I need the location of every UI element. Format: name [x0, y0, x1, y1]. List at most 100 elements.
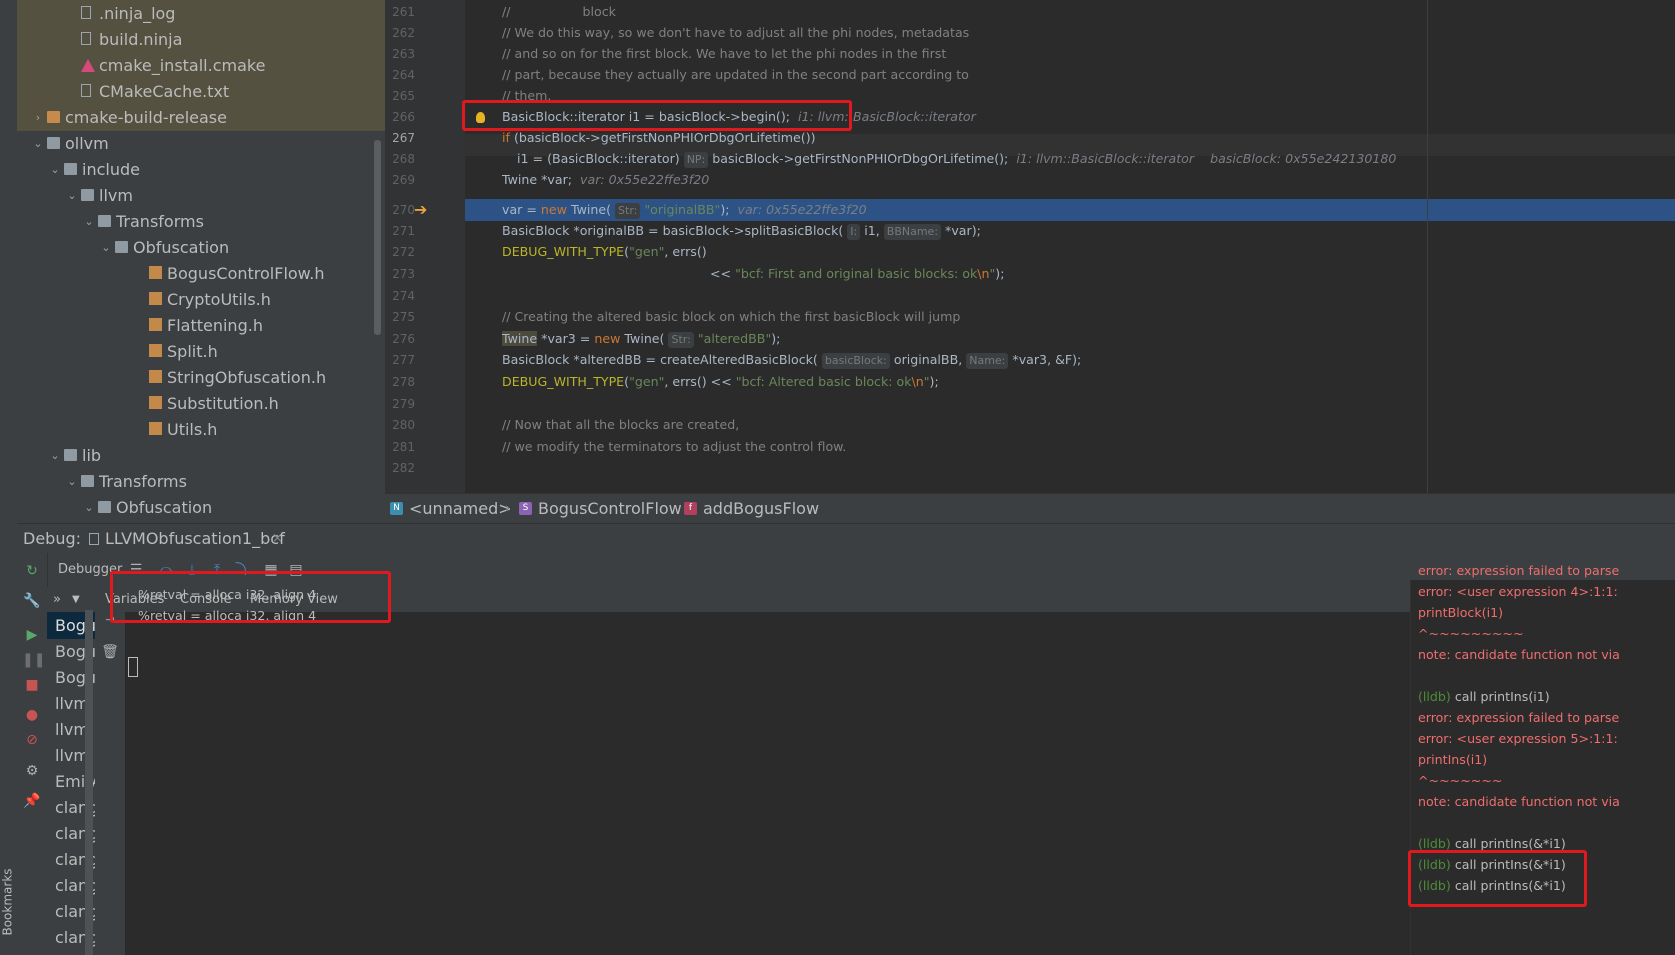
tree-item[interactable]: ⌄ lib	[17, 442, 385, 469]
tree-item-label: Substitution.h	[167, 394, 279, 413]
project-tree-scrollbar[interactable]	[374, 140, 381, 335]
tree-item[interactable]: ⌄ ollvm	[17, 130, 385, 157]
chevron-down-icon[interactable]: ⌄	[66, 468, 78, 495]
close-session-icon[interactable]: ×	[272, 524, 283, 554]
tree-item[interactable]: CMakeCache.txt	[17, 78, 385, 105]
view-breakpoints-icon[interactable]: ●	[22, 705, 42, 725]
tree-item[interactable]: StringObfuscation.h	[17, 364, 385, 391]
header-file-icon	[149, 370, 162, 383]
session-icon	[89, 533, 99, 545]
line-number[interactable]: 274	[385, 285, 415, 307]
chevron-down-icon[interactable]: ⌄	[32, 130, 44, 157]
code-line-278: DEBUG_WITH_TYPE("gen", errs() << "bcf: A…	[502, 374, 939, 389]
tree-item[interactable]: Substitution.h	[17, 390, 385, 417]
tree-item-label: StringObfuscation.h	[167, 368, 327, 387]
line-number[interactable]: 268	[385, 148, 415, 170]
line-number[interactable]: 265	[385, 85, 415, 107]
left-tool-strip	[0, 0, 18, 955]
breadcrumb-namespace[interactable]: <unnamed>	[409, 494, 512, 524]
code-line-264: // part, because they actually are updat…	[502, 67, 969, 82]
tree-item[interactable]: ⌄ llvm	[17, 182, 385, 209]
line-number[interactable]: 264	[385, 64, 415, 86]
line-number[interactable]: 267	[385, 127, 415, 149]
tree-item[interactable]: ⌄ Obfuscation	[17, 494, 385, 521]
tree-item[interactable]: Flattening.h	[17, 312, 385, 339]
lldb-line: ^~~~~~~~	[1418, 773, 1503, 788]
folder-icon	[64, 449, 77, 461]
line-number[interactable]: 275	[385, 306, 415, 328]
frames-scrollbar[interactable]	[85, 610, 93, 955]
line-number[interactable]: 262	[385, 22, 415, 44]
settings-wrench-icon[interactable]: 🔧	[22, 591, 42, 611]
tree-item[interactable]: ⌄ Transforms	[17, 468, 385, 495]
line-number[interactable]: 263	[385, 43, 415, 65]
tree-item[interactable]: › cmake-build-release	[17, 104, 385, 131]
tree-item[interactable]: Utils.h	[17, 416, 385, 443]
execution-point-arrow-icon: ➔	[414, 200, 428, 219]
line-number[interactable]: 270	[385, 199, 415, 221]
line-number[interactable]: 272	[385, 241, 415, 263]
tree-item-label: CryptoUtils.h	[167, 290, 271, 309]
chevron-down-icon[interactable]: ⌄	[49, 156, 61, 183]
line-number[interactable]: 279	[385, 393, 415, 415]
line-number[interactable]: 261	[385, 1, 415, 23]
line-number[interactable]: 276	[385, 328, 415, 350]
chevron-down-icon[interactable]: ⌄	[83, 494, 95, 521]
code-line-272: DEBUG_WITH_TYPE("gen", errs()	[502, 244, 707, 259]
code-line-268: i1 = (BasicBlock::iterator) NP: basicBloc…	[517, 151, 1397, 168]
line-number[interactable]: 266	[385, 106, 415, 128]
line-number[interactable]: 277	[385, 349, 415, 371]
line-number[interactable]: 282	[385, 457, 415, 479]
debug-session-tab[interactable]: LLVMObfuscation1_bcf	[105, 524, 285, 554]
console-output[interactable]	[125, 612, 1410, 955]
breadcrumb-class[interactable]: BogusControlFlow	[538, 494, 682, 524]
header-file-icon	[149, 266, 162, 279]
resume-icon[interactable]: ▶	[22, 625, 42, 645]
bookmarks-tab[interactable]: Bookmarks	[0, 855, 17, 955]
tree-item[interactable]: CryptoUtils.h	[17, 286, 385, 313]
rerun-icon[interactable]: ↻	[22, 561, 42, 581]
gear-icon[interactable]: ⚙	[22, 761, 42, 781]
line-number[interactable]: 280	[385, 414, 415, 436]
frames-toggle-icon[interactable]: »	[53, 587, 61, 612]
chevron-down-icon[interactable]: ▼	[72, 587, 80, 612]
folder-icon	[47, 137, 60, 149]
line-number[interactable]: 269	[385, 169, 415, 191]
chevron-down-icon[interactable]: ⌄	[100, 234, 112, 261]
tree-item[interactable]: Split.h	[17, 338, 385, 365]
frames-header: » ▼	[47, 587, 95, 612]
right-margin-guide	[1427, 0, 1428, 493]
tree-item[interactable]: .ninja_log	[17, 0, 385, 27]
tree-item-label: cmake_install.cmake	[99, 56, 266, 75]
lldb-command: call printIns(&*i1)	[1450, 836, 1566, 851]
lldb-line: error: <user expression 5>:1:1:	[1418, 731, 1618, 746]
tree-item[interactable]: build.ninja	[17, 26, 385, 53]
tree-item-label: llvm	[99, 186, 133, 205]
chevron-down-icon[interactable]: ⌄	[66, 182, 78, 209]
tree-item[interactable]: ⌄ Obfuscation	[17, 234, 385, 261]
pause-icon[interactable]: ❚❚	[22, 650, 45, 670]
lldb-line: error: <user expression 4>:1:1:	[1418, 584, 1618, 599]
header-file-icon	[149, 344, 162, 357]
trash-icon[interactable]: 🗑	[100, 642, 120, 662]
breadcrumb-function[interactable]: addBogusFlow	[703, 494, 819, 524]
chevron-down-icon[interactable]: ⌄	[49, 442, 61, 469]
tree-item[interactable]: ⌄ Transforms	[17, 208, 385, 235]
line-number[interactable]: 271	[385, 220, 415, 242]
lldb-command: call printIns(i1)	[1450, 689, 1550, 704]
mute-breakpoints-icon[interactable]: ⊘	[22, 730, 42, 750]
line-number[interactable]: 281	[385, 436, 415, 458]
code-line-271: BasicBlock *originalBB = basicBlock->spl…	[502, 223, 981, 240]
line-number[interactable]: 278	[385, 371, 415, 393]
line-number[interactable]: 273	[385, 263, 415, 285]
code-line-280: // Now that all the blocks are created,	[502, 417, 740, 432]
tree-item[interactable]: ⌄ include	[17, 156, 385, 183]
tree-item[interactable]: cmake_install.cmake	[17, 52, 385, 79]
pin-icon[interactable]: 📌	[22, 791, 42, 811]
chevron-right-icon[interactable]: ›	[32, 104, 44, 131]
console-input-caret[interactable]	[128, 657, 138, 677]
stop-icon[interactable]: ■	[22, 675, 42, 695]
tree-item[interactable]: BogusControlFlow.h	[17, 260, 385, 287]
chevron-down-icon[interactable]: ⌄	[83, 208, 95, 235]
parameter-hint: BBName:	[883, 224, 942, 240]
